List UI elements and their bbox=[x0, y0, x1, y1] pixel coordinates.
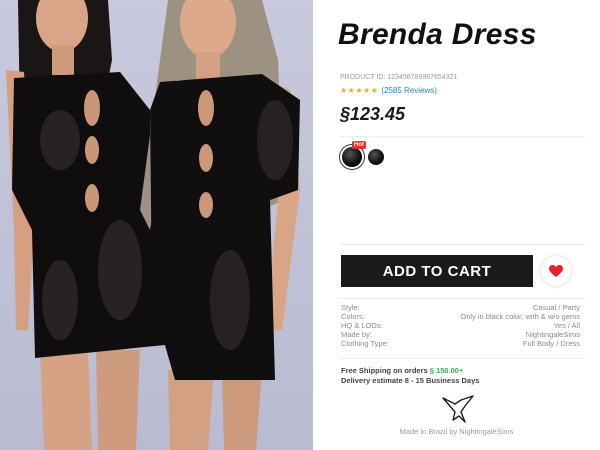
spec-row: Style: Casual / Party bbox=[341, 303, 580, 312]
free-shipping-text: Free Shipping on orders bbox=[341, 366, 430, 375]
spec-label: Made by: bbox=[341, 330, 372, 339]
heart-icon[interactable] bbox=[541, 256, 571, 286]
nightingale-bird-icon bbox=[441, 394, 475, 429]
delivery-days: 8 - 15 Business Days bbox=[404, 376, 480, 385]
spec-label: Style: bbox=[341, 303, 360, 312]
shipping-info: Free Shipping on orders § 150.00+ Delive… bbox=[341, 366, 479, 386]
divider bbox=[340, 298, 585, 299]
bird-logo-shape bbox=[442, 395, 474, 423]
divider bbox=[340, 136, 585, 137]
spec-row: Colors: Only in black color, with & w/o g… bbox=[341, 312, 580, 321]
swatch-black-gems[interactable]: Hot bbox=[342, 141, 366, 167]
reviews-link[interactable]: (2585 Reviews) bbox=[381, 86, 437, 95]
spec-value: Yes / All bbox=[553, 321, 580, 330]
color-swatches: Hot bbox=[342, 141, 384, 167]
product-panel: Brenda Dress PRODUCT ID: 123456789987654… bbox=[313, 0, 600, 450]
spec-label: Clothing Type: bbox=[341, 339, 389, 348]
spec-value: Only in black color, with & w/o gems bbox=[460, 312, 580, 321]
spec-value: NightingaleSims bbox=[525, 330, 580, 339]
spec-row: Clothing Type: Full Body / Dress bbox=[341, 339, 580, 348]
spec-label: Colors: bbox=[341, 312, 365, 321]
product-id: PRODUCT ID: 123456789987654321 bbox=[340, 74, 458, 81]
product-photo bbox=[0, 0, 313, 450]
spec-value: Casual / Party bbox=[532, 303, 580, 312]
models-illustration bbox=[6, 0, 300, 450]
heart-shape bbox=[549, 264, 563, 277]
divider bbox=[340, 358, 585, 359]
spec-row: HQ & LODs: Yes / All bbox=[341, 321, 580, 330]
spec-value: Full Body / Dress bbox=[522, 339, 580, 348]
spec-list: Style: Casual / Party Colors: Only in blac… bbox=[341, 303, 580, 348]
rating[interactable]: ★★★★★ (2585 Reviews) bbox=[340, 86, 437, 95]
spec-label: HQ & LODs: bbox=[341, 321, 383, 330]
swatch-black-plain[interactable] bbox=[368, 149, 384, 165]
star-rating-icon: ★★★★★ bbox=[340, 86, 379, 95]
delivery-text: Delivery estimate bbox=[341, 376, 405, 385]
made-by-footer: Made in Brazil by NightingaleSims bbox=[399, 427, 514, 436]
spec-row: Made by: NightingaleSims bbox=[341, 330, 580, 339]
product-title: Brenda Dress bbox=[338, 18, 537, 51]
add-to-cart-button[interactable]: ADD TO CART bbox=[341, 255, 533, 287]
hot-badge: Hot bbox=[352, 141, 366, 149]
product-price: §123.45 bbox=[340, 104, 406, 124]
divider bbox=[340, 244, 585, 245]
free-shipping-amount: § 150.00+ bbox=[429, 366, 464, 375]
